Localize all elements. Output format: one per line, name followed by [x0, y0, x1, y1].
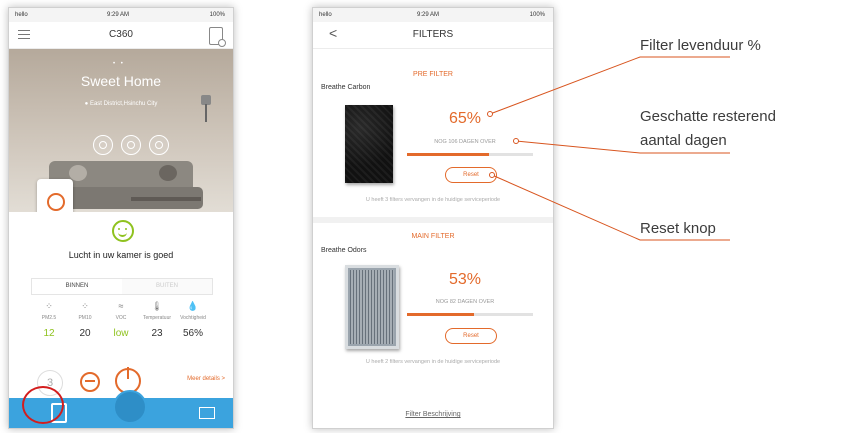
annotation-leader-lines	[487, 56, 730, 241]
annotation-days-line1: Geschatte resterend	[640, 108, 776, 125]
annotation-days-line2: aantal dagen	[640, 132, 727, 149]
leader-dot-life	[487, 111, 493, 117]
annotation-filter-life: Filter levenduur %	[640, 37, 761, 54]
leader-dot-days	[513, 138, 519, 144]
leader-dot-reset	[489, 172, 495, 178]
annotation-reset: Reset knop	[640, 220, 716, 237]
